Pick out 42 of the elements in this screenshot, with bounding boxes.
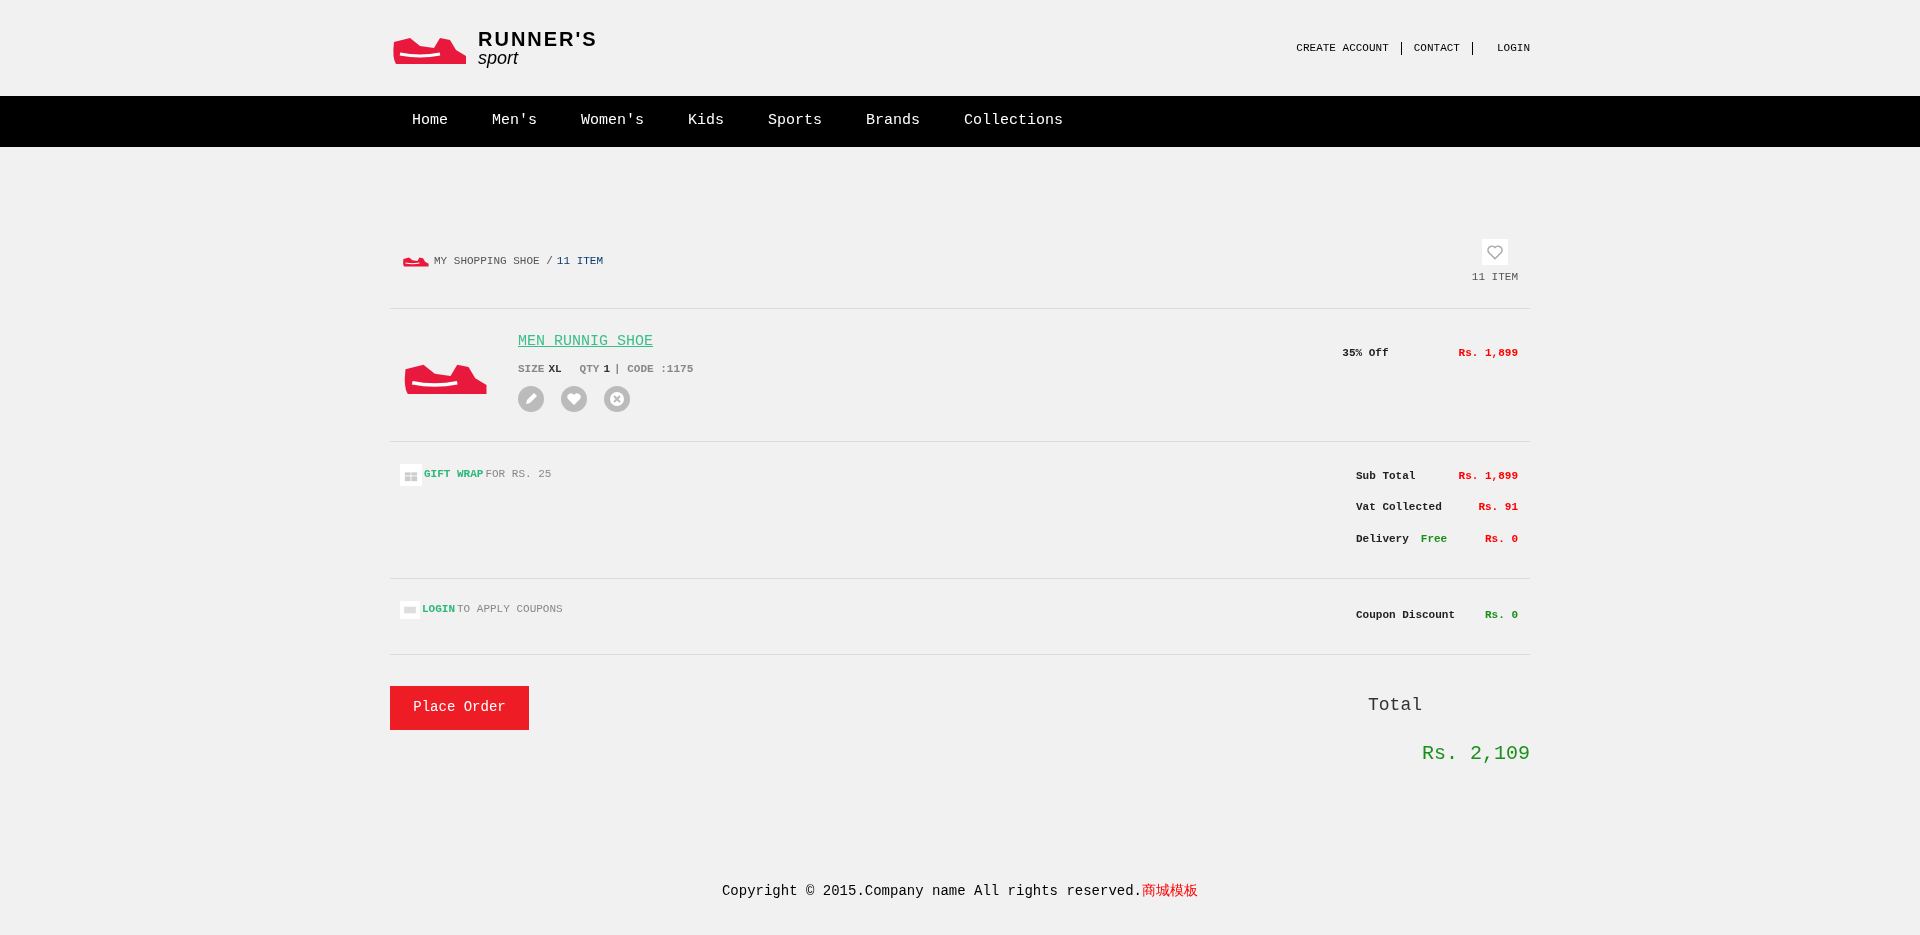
logo-subtitle: sport — [478, 49, 520, 67]
header-link[interactable]: CONTACT — [1413, 39, 1460, 57]
gift-wrap-text: FOR RS. 25 — [485, 467, 552, 483]
gift-icon — [400, 463, 422, 486]
nav-link[interactable]: Sports — [768, 110, 823, 133]
summary-value: Rs. 0 — [1485, 531, 1518, 547]
header-link[interactable]: CREATE ACCOUNT — [1296, 39, 1389, 57]
nav-link[interactable]: Kids — [688, 110, 725, 133]
copyright-text: Copyright © 2015.Company name All rights reserved. — [721, 881, 1143, 901]
summary-value: Rs. 91 — [1478, 500, 1518, 515]
total-value: Rs. 2,109 — [1421, 740, 1530, 767]
header-link[interactable]: LOGIN — [1497, 39, 1530, 57]
price: Rs. 1,899 — [1458, 345, 1518, 361]
coupon-text: TO APPLY COUPONS — [457, 602, 563, 618]
product-code: | CODE :1175 — [614, 362, 694, 377]
qty-value: 1 — [603, 362, 611, 377]
coupon-value: Rs. 0 — [1485, 607, 1518, 623]
qty-label: QTY — [579, 362, 600, 377]
remove-icon[interactable] — [604, 385, 630, 412]
coupon-label: Coupon Discount — [1356, 607, 1456, 623]
summary-value: Rs. 1,899 — [1458, 468, 1518, 484]
nav-link[interactable]: Women's — [581, 110, 645, 133]
logo-title: RUNNER'S — [478, 29, 598, 49]
nav-link[interactable]: Men's — [492, 110, 538, 133]
coupon-icon — [400, 600, 420, 619]
summary-label: Delivery — [1356, 531, 1409, 547]
wishlist-count: 11 ITEM — [1471, 270, 1518, 285]
cart-count: 11 ITEM — [556, 254, 604, 269]
summary-label: Vat Collected — [1356, 500, 1442, 515]
place-order-button[interactable]: Place Order — [390, 685, 529, 730]
cart-title: MY SHOPPING SHOE / — [434, 254, 553, 269]
footer-link[interactable]: 商城模板 — [1142, 880, 1199, 902]
size-value: XL — [548, 362, 562, 377]
size-label: SIZE — [518, 362, 545, 377]
nav-link[interactable]: Brands — [866, 110, 921, 133]
summary-label: Sub Total — [1356, 468, 1416, 484]
edit-icon[interactable] — [518, 385, 544, 412]
nav-link[interactable]: Collections — [964, 110, 1064, 133]
discount: 35% Off — [1342, 345, 1389, 361]
nav-link[interactable]: Home — [412, 110, 448, 133]
delivery-note: Free — [1420, 531, 1448, 547]
total-label: Total — [1368, 693, 1422, 717]
